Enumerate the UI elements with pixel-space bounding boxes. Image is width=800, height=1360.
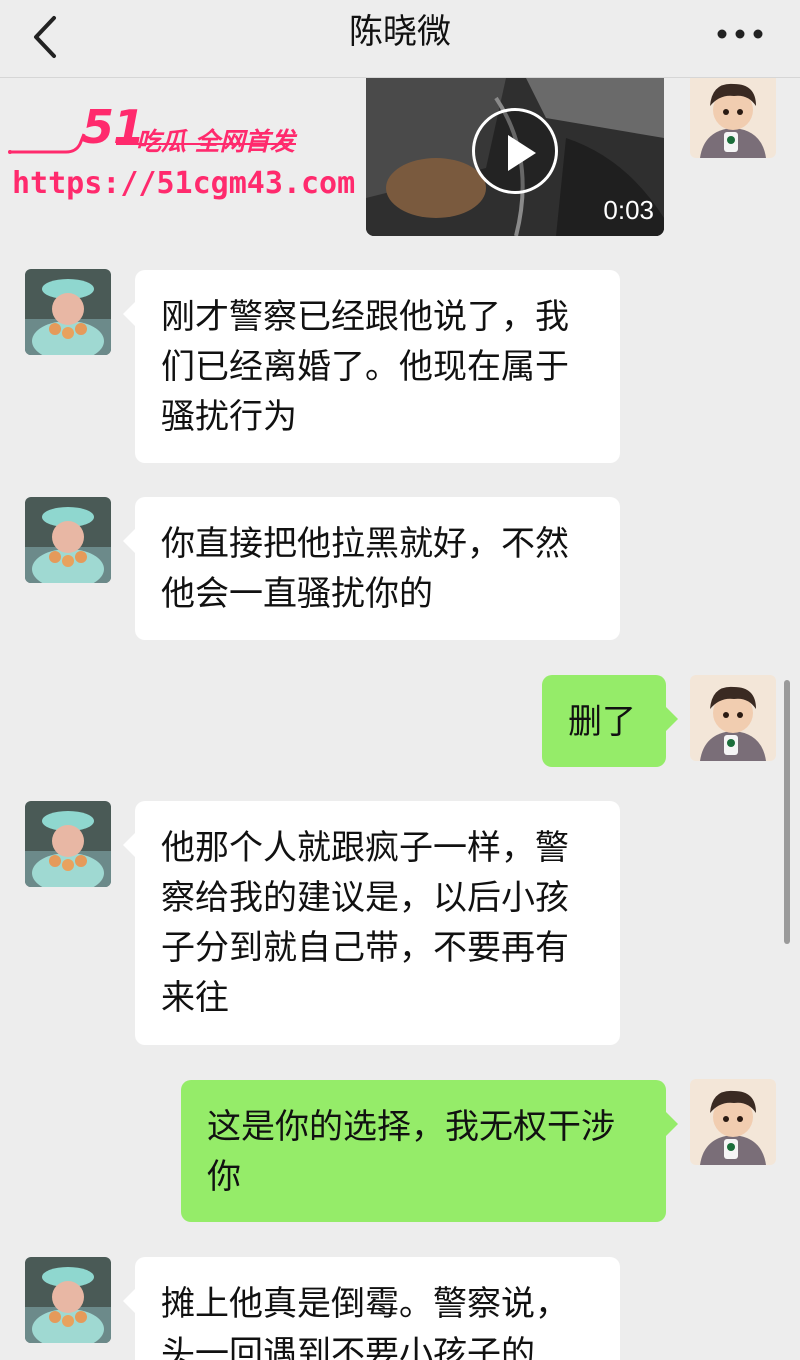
message-text-line: 来往 bbox=[161, 978, 229, 1018]
scrollbar[interactable] bbox=[784, 680, 790, 944]
my-avatar[interactable] bbox=[690, 675, 776, 761]
message-bubble-outgoing[interactable]: 这是你的选择，我无权干涉 你 bbox=[181, 1080, 678, 1222]
chat-header: 陈晓微 bbox=[0, 0, 800, 78]
message-bubble-incoming[interactable]: 摊上他真是倒霉。警察说， 头一回遇到不要小孩子的 bbox=[123, 1257, 620, 1360]
message-text-line: 他那个人就跟疯子一样，警 bbox=[161, 828, 569, 868]
message-bubble-incoming[interactable]: 你直接把他拉黑就好，不然 他会一直骚扰你的 bbox=[123, 497, 620, 640]
watermark-url: https://51cgm43.com bbox=[12, 166, 356, 201]
chat-title: 陈晓微 bbox=[349, 12, 451, 52]
message-text-line: 头一回遇到不要小孩子的 bbox=[161, 1334, 535, 1360]
message-text-line: 你直接把他拉黑就好，不然 bbox=[161, 524, 569, 564]
my-avatar[interactable] bbox=[690, 72, 776, 158]
message-text-line: 他会一直骚扰你的 bbox=[161, 574, 433, 614]
video-duration: 0:03 bbox=[603, 195, 654, 225]
message-bubble-incoming[interactable]: 他那个人就跟疯子一样，警 察给我的建议是，以后小孩 子分到就自己带，不要再有 来… bbox=[123, 801, 620, 1045]
watermark-brand: 51 bbox=[82, 100, 145, 154]
contact-avatar[interactable] bbox=[25, 1257, 111, 1343]
message-text-line: 骚扰行为 bbox=[161, 397, 297, 437]
my-avatar[interactable] bbox=[690, 1079, 776, 1165]
more-horizontal-icon bbox=[717, 29, 763, 39]
message-text-line: 刚才警察已经跟他说了，我 bbox=[161, 297, 569, 337]
message-text-line: 察给我的建议是，以后小孩 bbox=[161, 878, 569, 918]
contact-avatar[interactable] bbox=[25, 269, 111, 355]
video-message[interactable]: 0:03 bbox=[366, 78, 664, 236]
message-text-line: 们已经离婚了。他现在属于 bbox=[161, 347, 569, 387]
contact-avatar[interactable] bbox=[25, 497, 111, 583]
message-text-line: 这是你的选择，我无权干涉 bbox=[207, 1107, 615, 1147]
more-button[interactable] bbox=[710, 14, 770, 54]
message-text-line: 子分到就自己带，不要再有 bbox=[161, 928, 569, 968]
watermark-tagline: 吃瓜 全网首发 bbox=[136, 127, 295, 156]
play-icon[interactable] bbox=[472, 108, 558, 194]
message-text-line: 删了 bbox=[568, 702, 636, 742]
message-bubble-incoming[interactable]: 刚才警察已经跟他说了，我 们已经离婚了。他现在属于 骚扰行为 bbox=[123, 270, 620, 463]
message-bubble-outgoing[interactable]: 删了 bbox=[542, 675, 678, 767]
message-text-line: 你 bbox=[207, 1157, 241, 1197]
contact-avatar[interactable] bbox=[25, 801, 111, 887]
message-text-line: 摊上他真是倒霉。警察说， bbox=[161, 1284, 569, 1324]
